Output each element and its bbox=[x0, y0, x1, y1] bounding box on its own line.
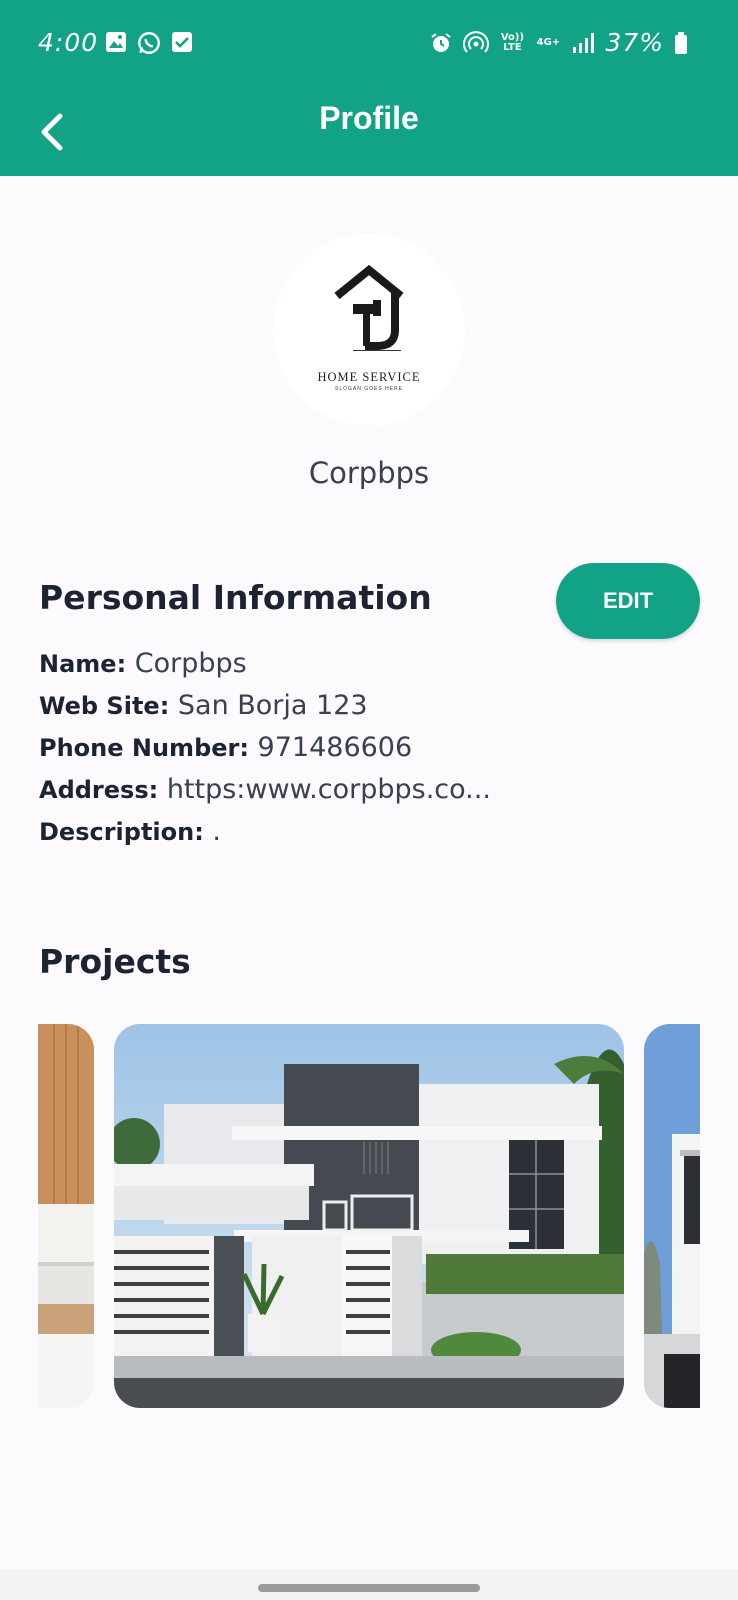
volte-indicator: Vo)) LTE bbox=[500, 31, 525, 53]
info-row-website: Web Site: San Borja 123 bbox=[39, 690, 699, 732]
project-image bbox=[114, 1024, 624, 1408]
home-indicator[interactable] bbox=[258, 1584, 480, 1592]
info-value: 971486606 bbox=[257, 732, 413, 763]
signal-icon bbox=[573, 32, 595, 53]
info-row-name: Name: Corpbps bbox=[39, 648, 699, 690]
battery-icon bbox=[675, 31, 687, 54]
personal-info-title: Personal Information bbox=[39, 578, 432, 617]
gallery-icon bbox=[106, 32, 126, 52]
system-icons: Vo)) LTE 4G+ 37% bbox=[429, 28, 688, 57]
hotspot-icon bbox=[463, 30, 490, 53]
edit-button[interactable]: EDIT bbox=[556, 563, 700, 639]
logo-text: HOME SERVICE bbox=[317, 370, 421, 384]
battery-percent: 37% bbox=[605, 28, 664, 57]
info-value: San Borja 123 bbox=[177, 690, 368, 721]
logo-slogan: SLOGAN GOES HERE bbox=[335, 386, 403, 392]
project-card[interactable] bbox=[38, 1024, 94, 1408]
avatar[interactable]: HOME SERVICE SLOGAN GOES HERE bbox=[273, 234, 465, 426]
info-label: Web Site: bbox=[39, 692, 170, 720]
info-label: Name: bbox=[39, 650, 127, 678]
house-hammer-logo-icon bbox=[334, 264, 404, 351]
notification-icons bbox=[104, 30, 194, 56]
checkbox-icon bbox=[172, 32, 192, 52]
info-label: Phone Number: bbox=[39, 734, 249, 762]
project-image bbox=[644, 1024, 700, 1408]
profile-name: Corpbps bbox=[308, 456, 430, 490]
status-bar: 4:00 Vo)) LTE 4G+ 37% bbox=[0, 0, 738, 88]
project-card[interactable] bbox=[114, 1024, 624, 1408]
personal-info-list: Name: Corpbps Web Site: San Borja 123 Ph… bbox=[39, 648, 699, 858]
projects-carousel[interactable] bbox=[38, 1024, 700, 1408]
info-label: Description: bbox=[39, 818, 204, 846]
alarm-icon bbox=[431, 32, 452, 52]
whatsapp-icon bbox=[138, 32, 160, 54]
project-card[interactable] bbox=[644, 1024, 700, 1408]
network-type: 4G+ bbox=[536, 36, 561, 48]
page-title: Profile bbox=[319, 100, 419, 136]
info-label: Address: bbox=[39, 776, 159, 804]
info-row-description: Description: . bbox=[39, 816, 699, 858]
project-image bbox=[38, 1024, 94, 1408]
info-value: Corpbps bbox=[134, 648, 247, 679]
status-time: 4:00 bbox=[38, 28, 99, 57]
info-value: https:www.corpbps.co... bbox=[166, 774, 491, 805]
info-row-phone: Phone Number: 971486606 bbox=[39, 732, 699, 774]
projects-title: Projects bbox=[39, 942, 191, 981]
info-row-address: Address: https:www.corpbps.co... bbox=[39, 774, 699, 816]
info-value: . bbox=[212, 816, 222, 847]
